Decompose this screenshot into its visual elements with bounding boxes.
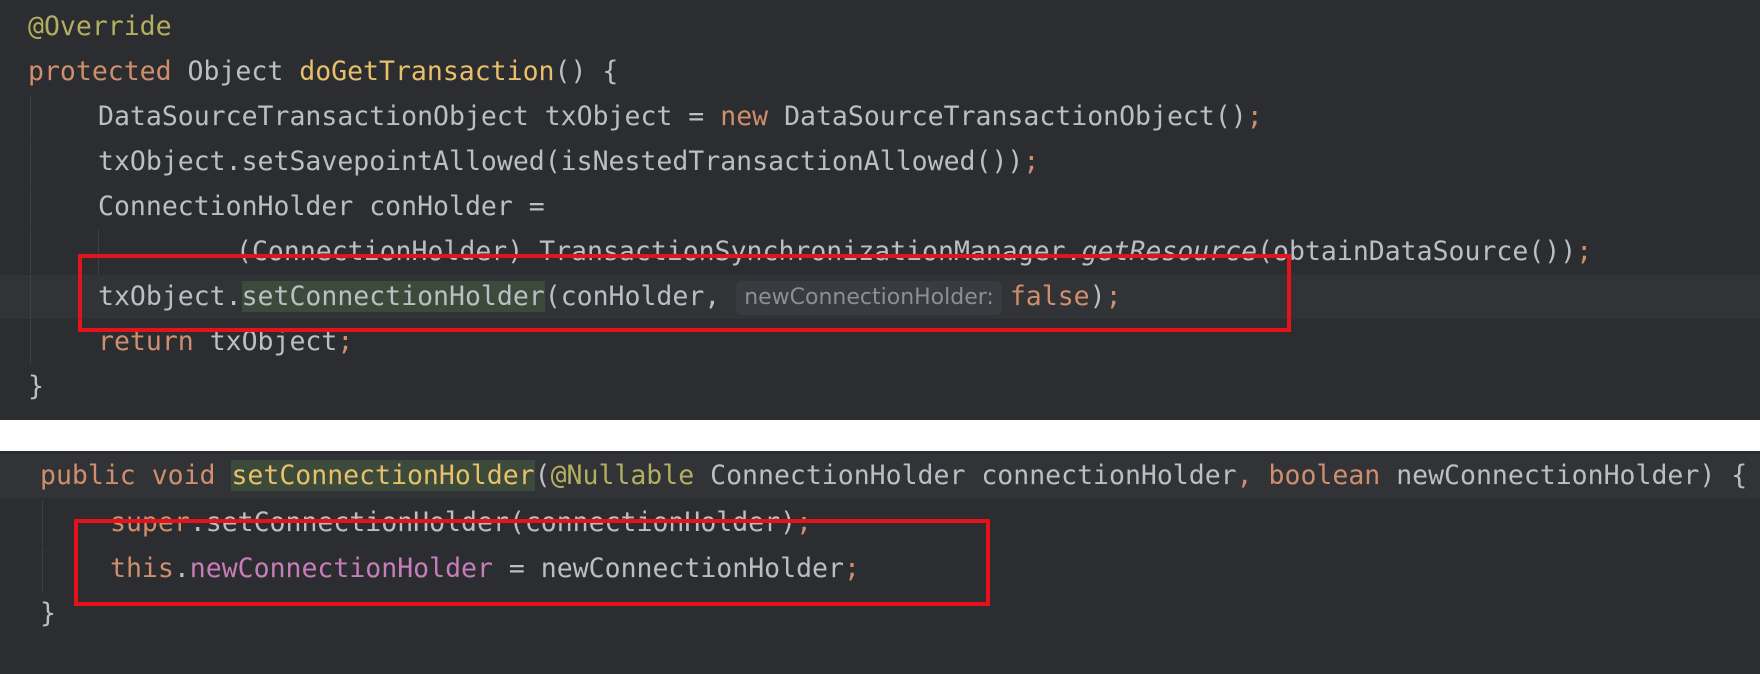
semicolon: ; — [1105, 281, 1122, 312]
code-line-5[interactable]: ConnectionHolder conHolder = — [0, 185, 1760, 229]
code-text: DataSourceTransactionObject txObject = — [98, 101, 721, 132]
keyword-new: new — [720, 101, 769, 132]
code-line-6[interactable]: (ConnectionHolder) TransactionSynchroniz… — [0, 230, 1760, 274]
code-line-3[interactable]: this.newConnectionHolder = newConnection… — [0, 547, 1760, 591]
code-line-4[interactable]: } — [0, 592, 1760, 636]
code-text: newConnectionHolder) { — [1380, 460, 1748, 491]
semicolon: ; — [1023, 146, 1040, 177]
code-text: ) — [1089, 281, 1106, 312]
code-text: ConnectionHolder connectionHolder — [694, 460, 1237, 491]
code-text: (obtainDataSource()) — [1257, 236, 1577, 267]
keyword-protected: protected — [28, 56, 172, 87]
closing-brace: } — [40, 598, 56, 629]
semicolon: ; — [337, 326, 354, 357]
dot: . — [173, 553, 190, 584]
method-call-highlighted[interactable]: setConnectionHolder — [241, 281, 545, 312]
semicolon: ; — [796, 507, 813, 538]
indent-guide — [30, 230, 31, 274]
keyword-this: this — [110, 553, 174, 584]
indent-guide — [30, 140, 31, 184]
code-line-7-current[interactable]: txObject.setConnectionHolder(conHolder, … — [0, 275, 1760, 319]
keyword-public: public — [40, 460, 136, 491]
code-line-4[interactable]: txObject.setSavepointAllowed(isNestedTra… — [0, 140, 1760, 184]
open-paren: ( — [534, 460, 551, 491]
comma: , — [1236, 460, 1269, 491]
return-type: Object — [171, 56, 300, 87]
method-signature-rest: () { — [554, 56, 619, 87]
keyword-super: super — [110, 507, 190, 538]
annotation: @Nullable — [550, 460, 695, 491]
annotation: @Override — [28, 11, 172, 42]
indent-guide — [98, 230, 99, 274]
semicolon: ; — [843, 553, 860, 584]
static-method-call[interactable]: getResource — [1082, 236, 1258, 267]
code-text: txObject. — [98, 281, 242, 312]
bottom-code-editor[interactable]: public void setConnectionHolder(@Nullabl… — [0, 451, 1760, 674]
keyword-void: void — [135, 460, 232, 491]
code-line-1[interactable]: public void setConnectionHolder(@Nullabl… — [0, 454, 1760, 498]
code-text: = newConnectionHolder — [492, 553, 844, 584]
top-code-editor[interactable]: @Override protected Object doGetTransact… — [0, 0, 1760, 420]
method-name[interactable]: doGetTransaction — [299, 56, 554, 87]
closing-brace: } — [28, 371, 44, 402]
code-line-1[interactable]: @Override — [0, 5, 1760, 49]
indent-guide — [30, 275, 31, 319]
indent-guide — [42, 501, 43, 545]
code-line-2[interactable]: protected Object doGetTransaction() { — [0, 50, 1760, 94]
code-text: txObject — [193, 326, 338, 357]
keyword-boolean: boolean — [1268, 460, 1381, 491]
parameter-name-hint: newConnectionHolder: — [736, 281, 1002, 315]
code-text: (ConnectionHolder) TransactionSynchroniz… — [236, 236, 1082, 267]
keyword-return: return — [98, 326, 194, 357]
code-line-3[interactable]: DataSourceTransactionObject txObject = n… — [0, 95, 1760, 139]
code-line-2[interactable]: super.setConnectionHolder(connectionHold… — [0, 501, 1760, 545]
indent-guide — [42, 547, 43, 591]
code-text: txObject.setSavepointAllowed(isNestedTra… — [98, 146, 1024, 177]
code-line-8[interactable]: return txObject; — [0, 320, 1760, 364]
boolean-literal: false — [1009, 281, 1090, 312]
code-text: .setConnectionHolder(connectionHolder) — [189, 507, 797, 538]
semicolon: ; — [1576, 236, 1593, 267]
indent-guide — [30, 320, 31, 364]
indent-guide — [30, 95, 31, 139]
code-text: DataSourceTransactionObject() — [768, 101, 1247, 132]
code-text: ConnectionHolder conHolder = — [98, 191, 545, 222]
field-reference[interactable]: newConnectionHolder — [190, 553, 493, 584]
code-text: (conHolder, — [544, 281, 737, 312]
semicolon: ; — [1246, 101, 1263, 132]
method-name-highlighted[interactable]: setConnectionHolder — [231, 460, 535, 491]
code-line-9[interactable]: } — [0, 365, 1760, 409]
indent-guide — [30, 185, 31, 229]
